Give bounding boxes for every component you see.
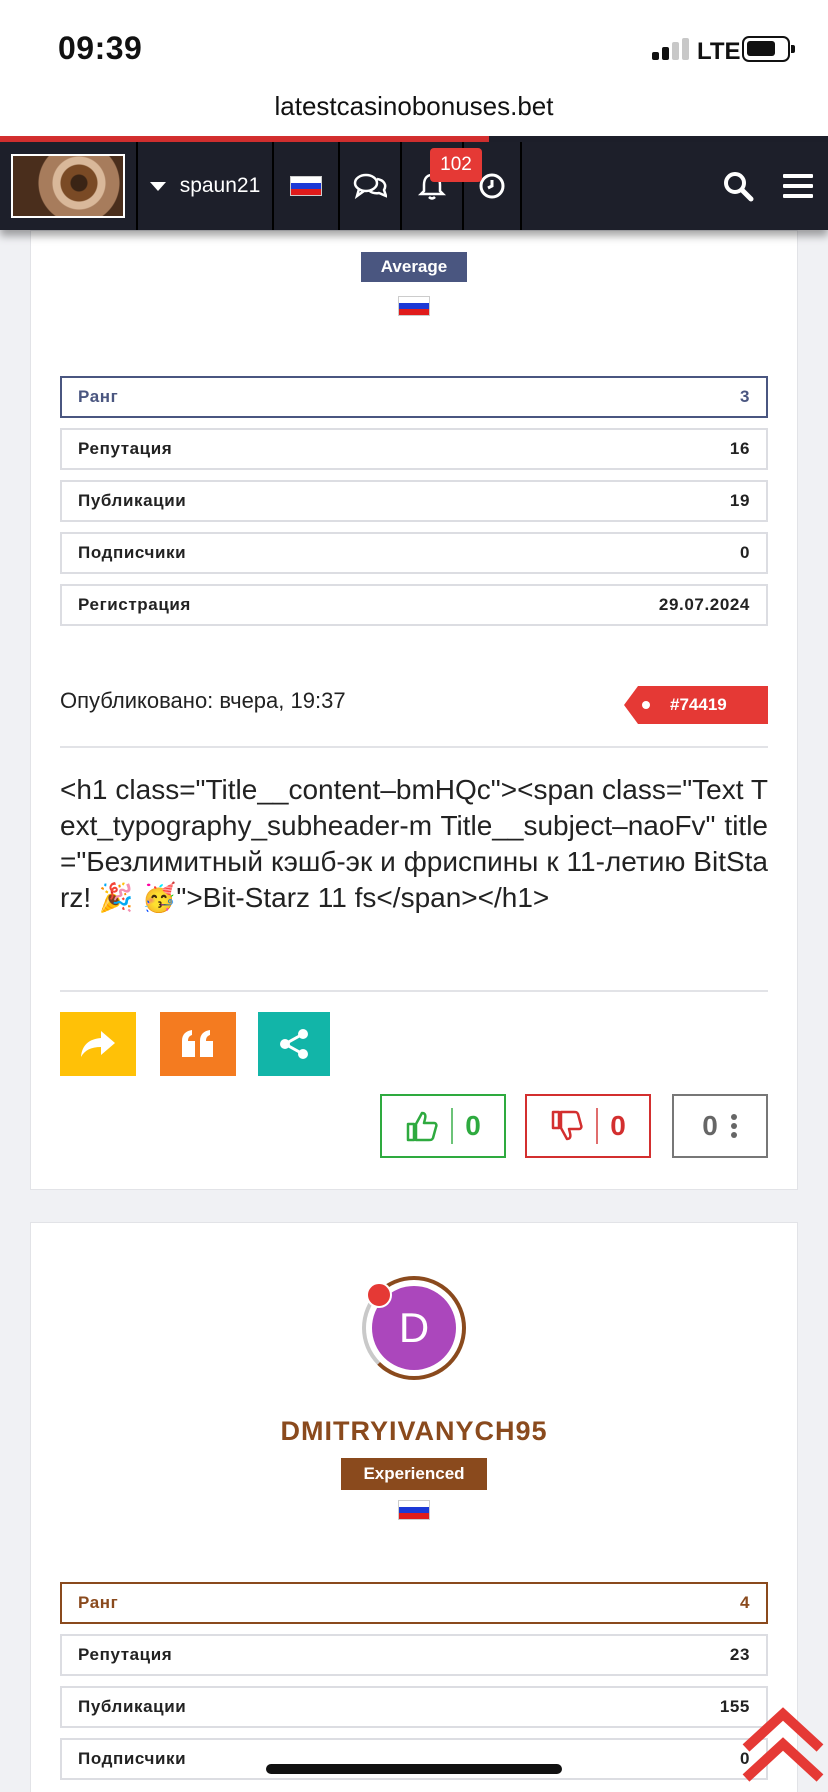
post-score: 0 <box>702 1110 718 1141</box>
thumbs-down-icon <box>551 1110 583 1141</box>
author-rank-badge: Experienced <box>341 1458 487 1490</box>
scroll-top-button[interactable] <box>738 1700 828 1792</box>
messages-button[interactable] <box>340 142 402 230</box>
address-bar[interactable]: latestcasinobonuses.bet <box>0 88 828 136</box>
stat-row: Ранг 3 <box>60 376 768 418</box>
dislike-count: 0 <box>610 1110 626 1141</box>
stat-row: Подписчики 0 <box>60 532 768 574</box>
russia-flag-icon <box>290 176 322 196</box>
signal-icon <box>652 38 690 60</box>
reply-icon <box>81 1031 115 1057</box>
like-button[interactable]: 0 <box>380 1094 506 1158</box>
author-rank-badge: Average <box>361 252 467 282</box>
online-status-dot <box>366 1282 392 1308</box>
post-score-menu[interactable]: 0 <box>672 1094 768 1158</box>
user-menu-toggle[interactable]: spaun21 <box>138 142 274 230</box>
status-bar: 09:39 LTE <box>0 0 828 88</box>
quote-button[interactable] <box>160 1012 236 1076</box>
divider <box>60 990 768 992</box>
chat-bubbles-icon <box>353 173 387 200</box>
menu-icon <box>783 174 813 198</box>
scroll-top-icon <box>742 1707 824 1782</box>
network-label: LTE <box>697 38 741 65</box>
post-id-link[interactable]: #74419 <box>624 686 768 724</box>
url-text: latestcasinobonuses.bet <box>274 91 554 121</box>
caret-down-icon <box>149 181 166 191</box>
author-flag-icon <box>398 296 430 316</box>
vote-divider <box>596 1108 599 1144</box>
author-username[interactable]: DMITRYIVANYCH95 <box>0 1416 828 1447</box>
stat-row: Публикации 19 <box>60 480 768 522</box>
stat-row: Репутация 23 <box>60 1634 768 1676</box>
home-indicator <box>266 1764 562 1774</box>
notification-badge: 102 <box>430 148 482 182</box>
divider <box>60 746 768 748</box>
share-button[interactable] <box>258 1012 330 1076</box>
reply-button[interactable] <box>60 1012 136 1076</box>
language-button[interactable] <box>274 142 340 230</box>
like-count: 0 <box>465 1110 481 1141</box>
author-flag-icon <box>398 1500 430 1520</box>
quote-icon <box>182 1030 213 1057</box>
site-navbar: spaun21 <box>0 142 828 230</box>
menu-button[interactable] <box>772 142 824 230</box>
post-body: <h1 class="Title__content–bmHQc"><span c… <box>60 774 768 913</box>
status-time: 09:39 <box>58 30 143 66</box>
battery-icon <box>742 36 795 62</box>
search-icon <box>724 172 754 202</box>
share-icon <box>280 1029 308 1059</box>
avatar <box>11 154 125 218</box>
thumbs-up-icon <box>406 1111 438 1142</box>
nav-username: spaun21 <box>179 174 261 197</box>
stat-row: Ранг 4 <box>60 1582 768 1624</box>
stat-row: Публикации 155 <box>60 1686 768 1728</box>
search-button[interactable] <box>712 142 764 230</box>
more-vertical-icon <box>730 1114 737 1138</box>
stat-row: Репутация 16 <box>60 428 768 470</box>
vote-divider <box>451 1108 454 1144</box>
user-avatar-button[interactable] <box>0 142 138 230</box>
post-timestamp: Опубликовано: вчера, 19:37 <box>60 688 346 713</box>
dislike-button[interactable]: 0 <box>525 1094 651 1158</box>
stat-row: Регистрация 29.07.2024 <box>60 584 768 626</box>
